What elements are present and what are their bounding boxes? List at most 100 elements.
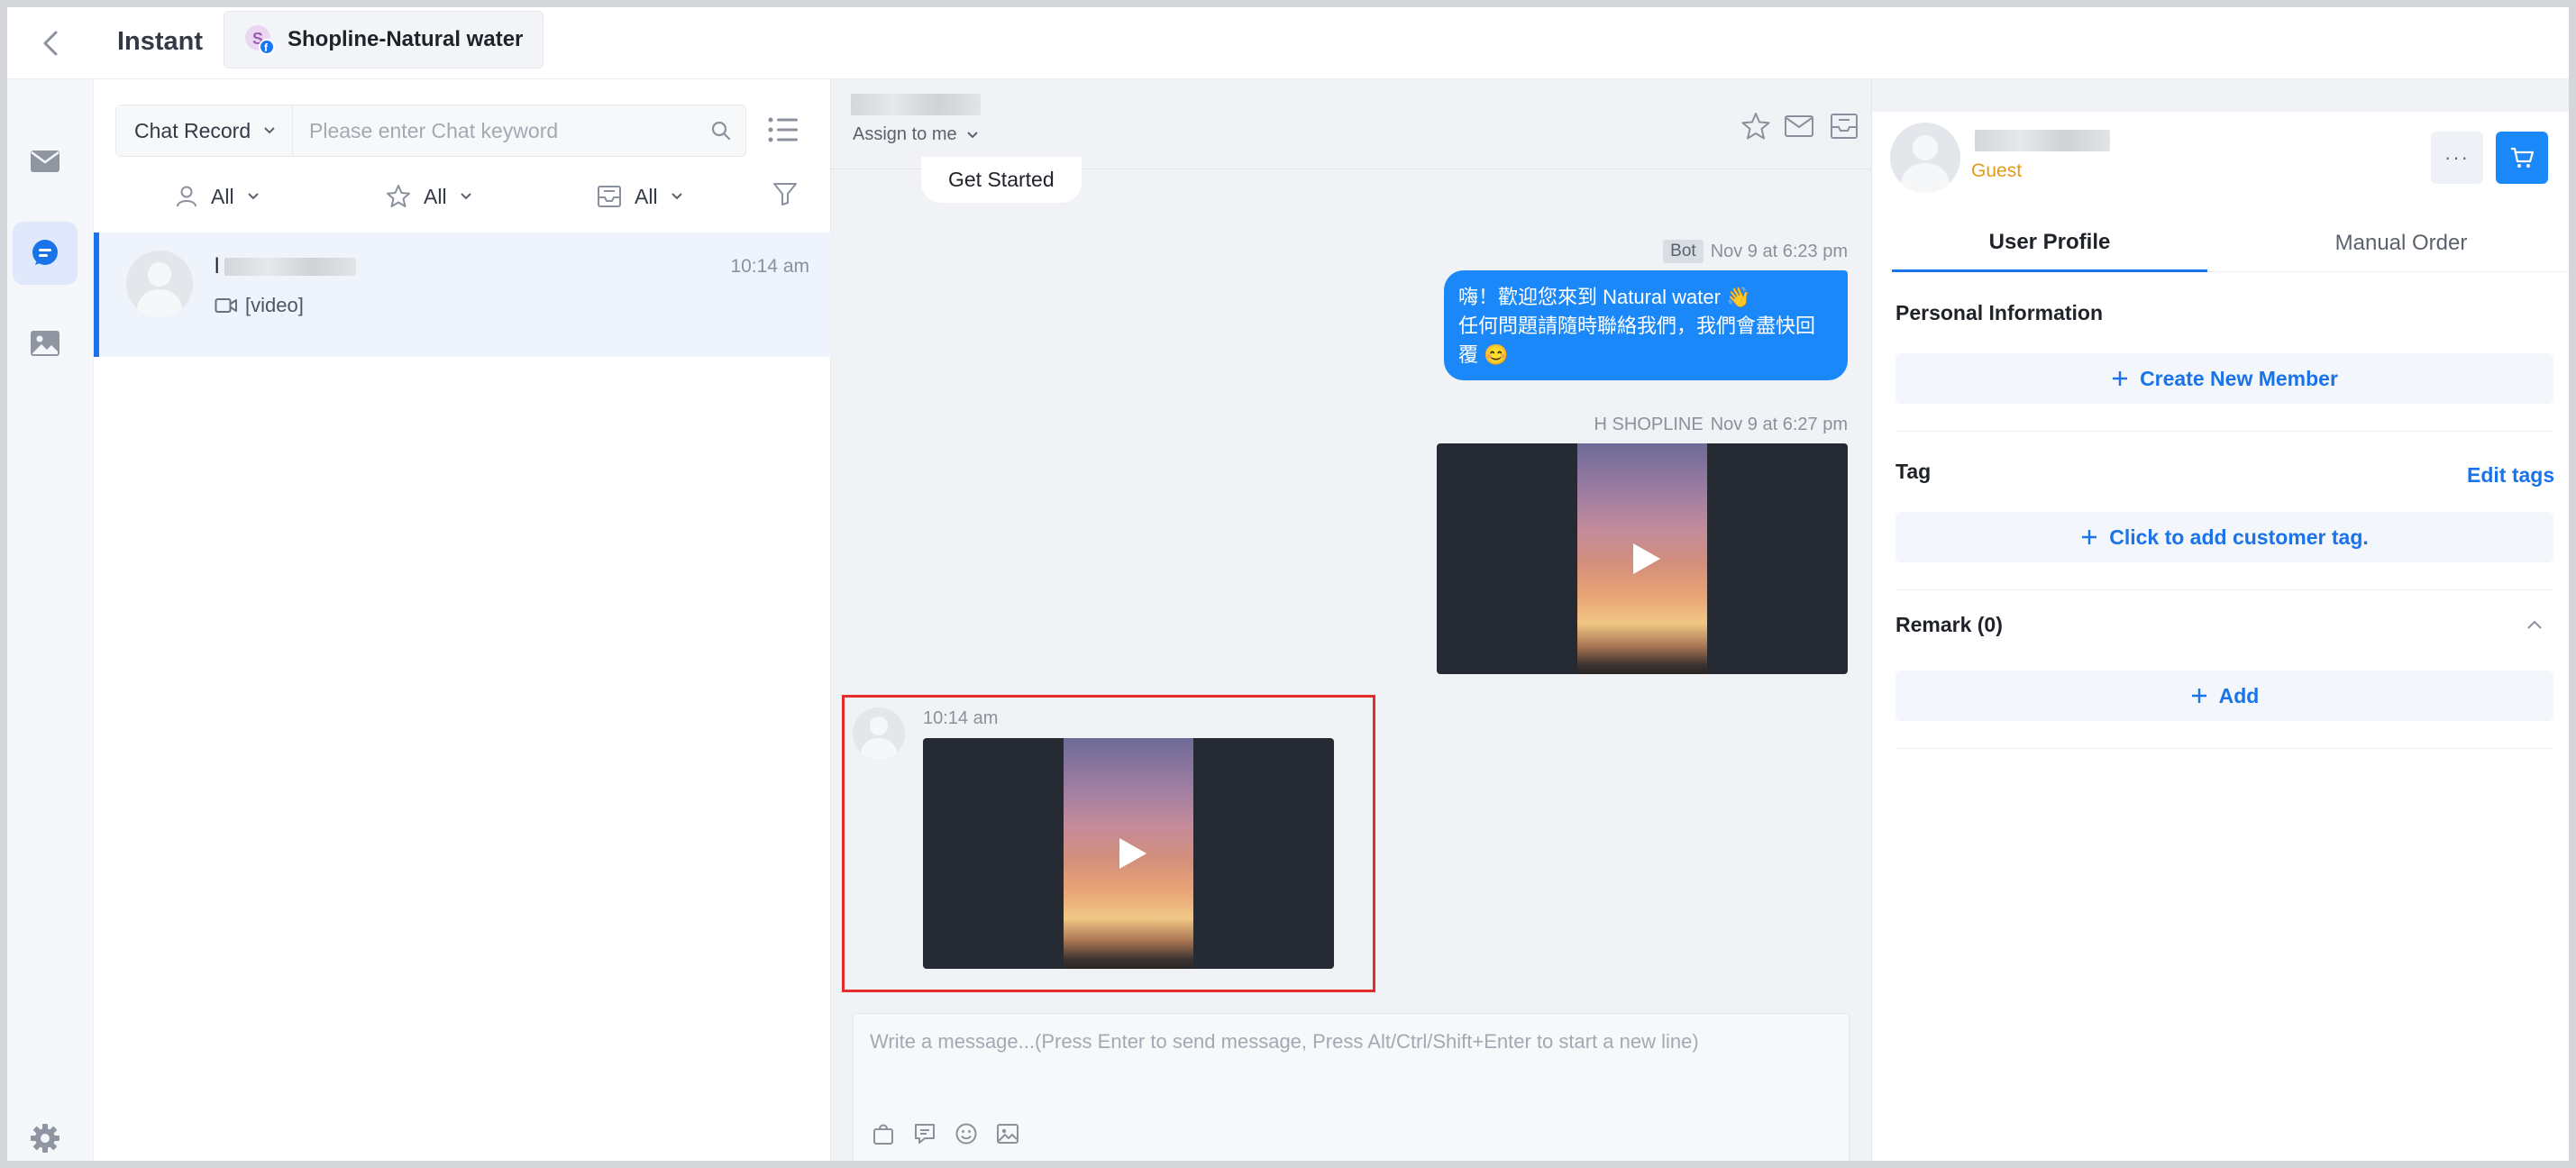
- chevron-down-icon: [966, 131, 978, 138]
- agent-message-meta: H SHOPLINE Nov 9 at 6:27 pm: [1594, 415, 1848, 435]
- customer-message-meta: 10:14 am: [923, 708, 998, 729]
- emoji-icon: [955, 1123, 977, 1145]
- nav-inbox[interactable]: [13, 130, 78, 193]
- inbox-icon: [598, 186, 621, 207]
- star-icon: [387, 185, 410, 207]
- chat-header: Assign to me: [831, 79, 1871, 169]
- profile-avatar: [1890, 123, 1960, 193]
- app-title: Instant: [117, 27, 204, 56]
- search-scope-select[interactable]: Chat Record: [116, 105, 293, 156]
- store-tab-label: Shopline-Natural water: [288, 27, 524, 51]
- star-conversation-button[interactable]: [1738, 110, 1774, 142]
- filter-channel[interactable]: All: [597, 178, 683, 214]
- play-icon: [1119, 838, 1146, 869]
- store-tab[interactable]: S f Shopline-Natural water: [224, 11, 544, 68]
- conversation-time: 10:14 am: [730, 256, 809, 277]
- bot-message-bubble: 嗨！歡迎您來到 Natural water 👋 任何問題請隨時聯絡我們，我們會盡…: [1444, 270, 1848, 380]
- conversation-item[interactable]: l 10:14 am [video]: [94, 233, 831, 357]
- filter-row: All All All: [94, 169, 831, 224]
- envelope-icon: [31, 151, 59, 172]
- message-input[interactable]: [854, 1014, 1849, 1113]
- redacted-profile-name: [1975, 130, 2110, 151]
- product-button[interactable]: [870, 1120, 897, 1147]
- top-bar: Instant S f Shopline-Natural water: [7, 7, 2569, 79]
- plus-icon: [2113, 371, 2128, 386]
- bot-message-line: 任何問題請隨時聯絡我們，我們會盡快回: [1458, 315, 1816, 337]
- customer-profile-panel: Guest ··· User Profile Manual Order Pers…: [1871, 79, 2569, 1161]
- bot-message-meta: Bot Nov 9 at 6:23 pm: [1663, 240, 1848, 263]
- play-icon: [1633, 543, 1660, 574]
- app-window: Instant S f Shopline-Natural water Chat …: [0, 0, 2576, 1168]
- plus-icon: [2191, 689, 2206, 703]
- nav-chat[interactable]: [13, 222, 78, 285]
- add-tag-label: Click to add customer tag.: [2109, 525, 2369, 549]
- tab-manual-order[interactable]: Manual Order: [2243, 214, 2559, 272]
- chevron-down-icon: [247, 193, 259, 200]
- edit-tags-link[interactable]: Edit tags: [2467, 463, 2554, 488]
- conversation-name-initial: l: [215, 254, 220, 278]
- search-icon: [711, 121, 731, 141]
- add-tag-button[interactable]: Click to add customer tag.: [1895, 512, 2553, 562]
- filter-starred[interactable]: All: [386, 178, 472, 214]
- chevron-down-icon: [264, 127, 275, 134]
- filter-channel-label: All: [635, 184, 658, 208]
- cart-icon: [2511, 147, 2535, 168]
- nav-settings[interactable]: [13, 1116, 78, 1161]
- more-options-button[interactable]: ···: [2431, 132, 2483, 184]
- chat-panel: Assign to me Get Started Bot Nov 9 at 6:…: [831, 79, 1871, 1161]
- search-input[interactable]: [293, 105, 697, 156]
- emoji-button[interactable]: [953, 1120, 980, 1147]
- divider: [1895, 431, 2553, 432]
- divider: [1895, 748, 2553, 749]
- filter-starred-label: All: [424, 184, 447, 208]
- filter-assignee[interactable]: All: [175, 178, 260, 214]
- get-started-button[interactable]: Get Started: [921, 157, 1082, 203]
- customer-avatar: [853, 707, 905, 760]
- search-button[interactable]: [697, 105, 745, 156]
- mark-unread-button[interactable]: [1781, 110, 1817, 142]
- message-composer: [853, 1013, 1850, 1161]
- profile-tabs: User Profile Manual Order: [1892, 214, 2569, 272]
- add-remark-label: Add: [2218, 683, 2260, 707]
- redacted-chat-name: [851, 94, 981, 115]
- avatar: [126, 251, 193, 317]
- profile-role: Guest: [1971, 160, 2023, 181]
- person-icon: [177, 186, 196, 207]
- image-upload-button[interactable]: [994, 1120, 1021, 1147]
- agent-message-time: Nov 9 at 6:27 pm: [1710, 415, 1848, 434]
- collapse-remark-button[interactable]: [2521, 611, 2548, 638]
- chat-bubble-icon: [32, 240, 58, 265]
- envelope-outline-icon: [1785, 115, 1813, 137]
- create-member-button[interactable]: Create New Member: [1895, 353, 2553, 404]
- advanced-filter-button[interactable]: [772, 180, 804, 213]
- tag-title: Tag: [1895, 460, 1932, 483]
- archive-button[interactable]: [1826, 110, 1862, 142]
- search-scope-label: Chat Record: [134, 118, 251, 142]
- plus-icon: [2082, 530, 2097, 544]
- nav-media[interactable]: [13, 312, 78, 375]
- video-camera-icon: [215, 298, 237, 313]
- customer-video-message[interactable]: [923, 738, 1334, 969]
- tab-user-profile[interactable]: User Profile: [1892, 214, 2207, 272]
- assign-to-me-button[interactable]: Assign to me: [853, 124, 979, 145]
- bot-message-line: 覆 😊: [1458, 343, 1509, 366]
- search-bar: Chat Record: [115, 105, 746, 157]
- cart-button[interactable]: [2496, 132, 2548, 184]
- chevron-up-icon: [2527, 620, 2542, 629]
- store-logo-icon: S f: [244, 24, 275, 55]
- agent-video-message[interactable]: [1437, 443, 1848, 674]
- star-icon: [1741, 113, 1770, 140]
- assign-label: Assign to me: [853, 124, 957, 144]
- create-member-label: Create New Member: [2140, 366, 2338, 390]
- list-view-button[interactable]: [763, 112, 804, 148]
- back-button[interactable]: [32, 25, 69, 61]
- conversation-preview: [video]: [215, 294, 304, 317]
- shopping-bag-icon: [873, 1124, 893, 1145]
- image-icon: [31, 331, 59, 356]
- add-remark-button[interactable]: Add: [1895, 671, 2553, 721]
- message-template-icon: [915, 1124, 935, 1144]
- archive-icon: [1831, 114, 1858, 139]
- list-icon: [768, 117, 798, 142]
- chevron-left-icon: [43, 31, 58, 56]
- quick-reply-button[interactable]: [911, 1120, 938, 1147]
